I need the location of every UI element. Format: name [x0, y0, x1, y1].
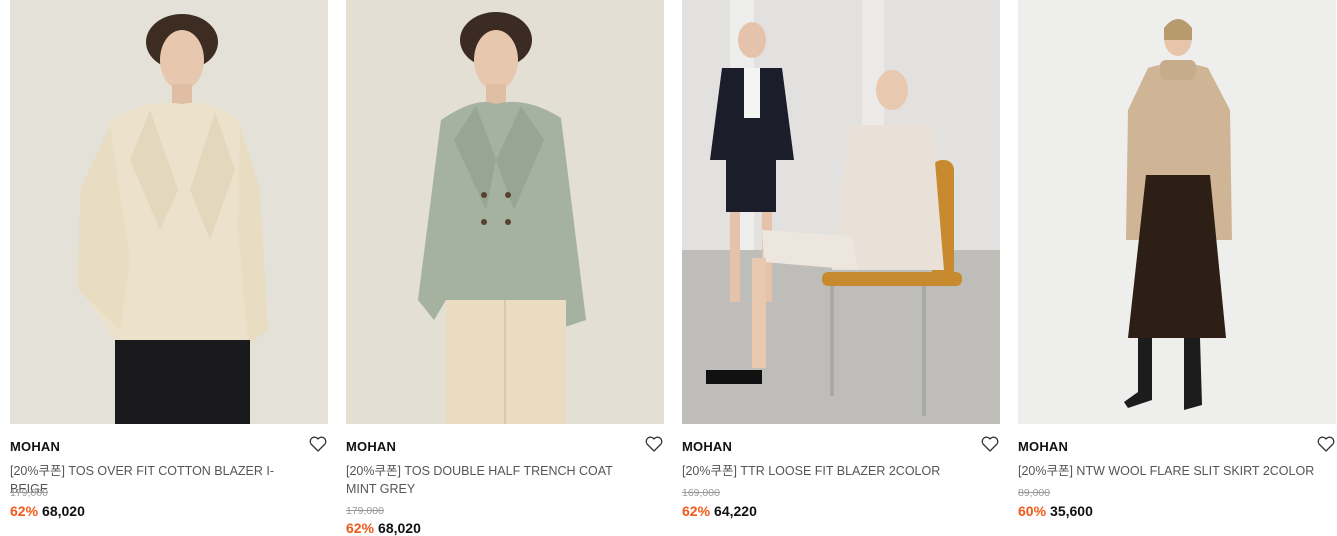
sale-price: 35,600: [1050, 503, 1093, 519]
discount-rate: 60%: [1018, 503, 1047, 519]
original-price: 179,000: [346, 505, 384, 517]
heart-outline-icon[interactable]: [645, 436, 663, 452]
product-name[interactable]: [20%쿠폰] TOS OVER FIT COTTON BLAZER I-BEI…: [10, 462, 310, 498]
product-card[interactable]: MOHAN [20%쿠폰] TTR LOOSE FIT BLAZER 2COLO…: [682, 0, 1000, 525]
discount-rate: 62%: [10, 503, 39, 519]
heart-outline-icon[interactable]: [309, 436, 327, 452]
price-line: 62% 68,020: [346, 520, 421, 536]
product-card[interactable]: MOHAN [20%쿠폰] NTW WOOL FLARE SLIT SKIRT …: [1018, 0, 1336, 525]
brand-name[interactable]: MOHAN: [1018, 439, 1068, 454]
product-grid: MOHAN [20%쿠폰] TOS OVER FIT COTTON BLAZER…: [10, 0, 1337, 536]
product-name[interactable]: [20%쿠폰] TTR LOOSE FIT BLAZER 2COLOR: [682, 462, 982, 480]
original-price: 89,000: [1018, 487, 1051, 499]
discount-rate: 62%: [346, 520, 375, 536]
sale-price: 68,020: [378, 520, 421, 536]
product-name[interactable]: [20%쿠폰] NTW WOOL FLARE SLIT SKIRT 2COLOR: [1018, 462, 1318, 480]
product-image[interactable]: [10, 0, 328, 424]
product-image[interactable]: [682, 0, 1000, 424]
price-line: 62% 68,020: [10, 503, 85, 519]
sale-price: 64,220: [714, 503, 757, 519]
original-price: 179,000: [10, 487, 48, 499]
original-price: 169,000: [682, 487, 720, 499]
brand-name[interactable]: MOHAN: [10, 439, 60, 454]
price-line: 62% 64,220: [682, 503, 757, 519]
heart-outline-icon[interactable]: [981, 436, 999, 452]
sale-price: 68,020: [42, 503, 85, 519]
product-name[interactable]: [20%쿠폰] TOS DOUBLE HALF TRENCH COAT MINT…: [346, 462, 646, 498]
product-image[interactable]: [346, 0, 664, 424]
brand-name[interactable]: MOHAN: [682, 439, 732, 454]
heart-outline-icon[interactable]: [1317, 436, 1335, 452]
product-card[interactable]: MOHAN [20%쿠폰] TOS DOUBLE HALF TRENCH COA…: [346, 0, 664, 536]
brand-name[interactable]: MOHAN: [346, 439, 396, 454]
product-card[interactable]: MOHAN [20%쿠폰] TOS OVER FIT COTTON BLAZER…: [10, 0, 328, 525]
price-line: 60% 35,600: [1018, 503, 1093, 519]
discount-rate: 62%: [682, 503, 711, 519]
product-image[interactable]: [1018, 0, 1336, 424]
